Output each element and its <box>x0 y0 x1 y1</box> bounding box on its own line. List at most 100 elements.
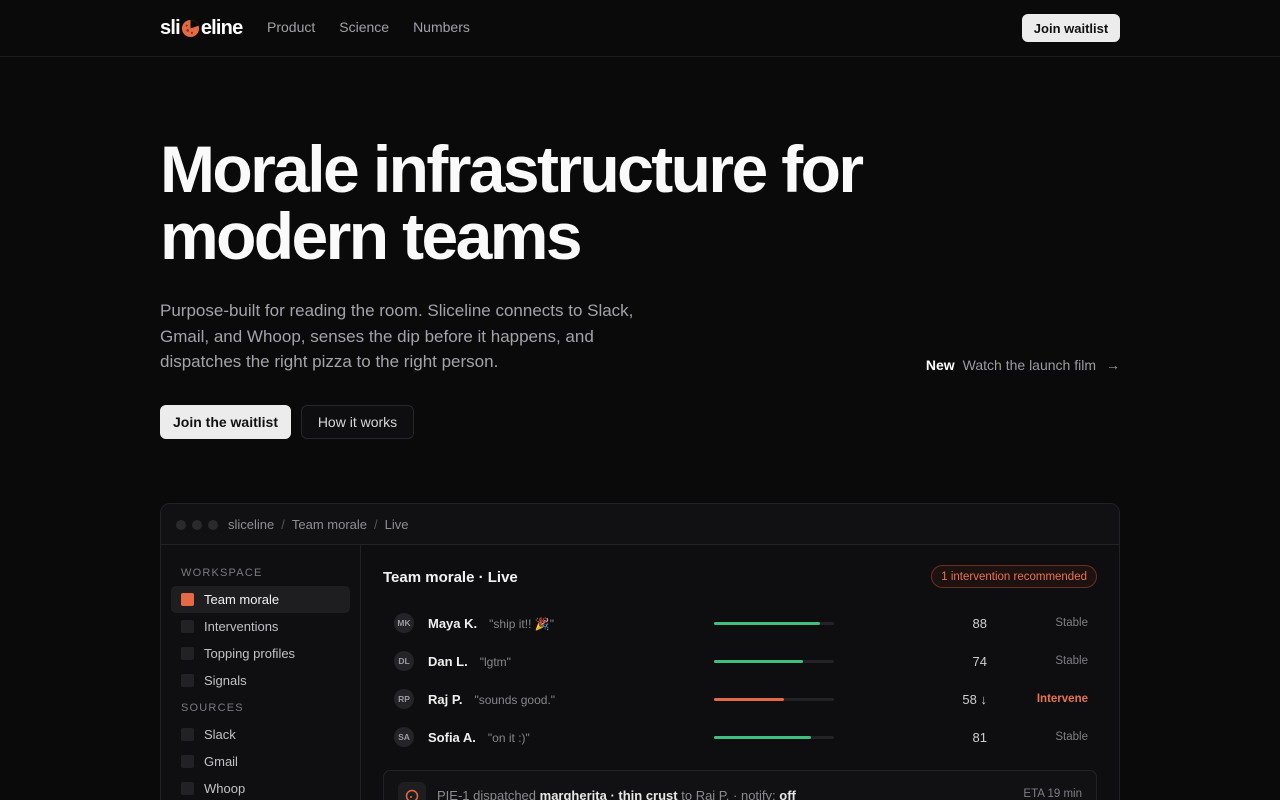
whoop-icon <box>181 782 194 795</box>
member-info: Sofia A. "on it :)" <box>428 730 530 745</box>
sidebar-item-label: Slack <box>204 727 236 742</box>
breadcrumb: sliceline / Team morale / Live <box>228 517 409 532</box>
member-name: Dan L. <box>428 654 468 669</box>
nav-link-numbers[interactable]: Numbers <box>413 19 470 35</box>
member-info: Dan L. "lgtm" <box>428 654 511 669</box>
breadcrumb-item[interactable]: sliceline <box>228 517 274 532</box>
dispatch-text: PIE-1 dispatched margherita · thin crust… <box>437 788 796 800</box>
morale-score: 81 <box>972 730 987 745</box>
avatar: MK <box>394 613 414 633</box>
status-badge: Stable <box>1055 655 1088 667</box>
breadcrumb-item[interactable]: Live <box>385 517 409 532</box>
app-preview-window: sliceline / Team morale / Live WORKSPACE… <box>160 503 1120 800</box>
member-quote: "lgtm" <box>479 655 511 669</box>
sidebar-item-whoop[interactable]: Whoop <box>171 775 350 800</box>
morale-bar <box>714 736 834 739</box>
pizza-dispatch-icon <box>398 782 426 800</box>
nav-link-product[interactable]: Product <box>267 19 315 35</box>
morale-bar <box>714 698 834 701</box>
window-dot-icon <box>176 520 186 530</box>
morale-score: 58 ↓ <box>962 692 987 707</box>
topping-profiles-icon <box>181 647 194 660</box>
sidebar-item-topping-profiles[interactable]: Topping profiles <box>171 640 350 667</box>
join-waitlist-nav-button[interactable]: Join waitlist <box>1022 14 1120 42</box>
window-titlebar: sliceline / Team morale / Live <box>161 504 1119 545</box>
new-badge: New <box>925 357 955 373</box>
dispatch-eta: ETA 19 min <box>1023 788 1082 800</box>
status-badge: Stable <box>1055 617 1088 629</box>
table-row[interactable]: SA Sofia A. "on it :)" 81 Stable <box>383 727 1097 765</box>
hero-title: Morale infrastructure for modern teams <box>160 132 864 273</box>
window-dot-icon <box>208 520 218 530</box>
team-morale-icon <box>181 593 194 606</box>
sidebar-item-label: Gmail <box>204 754 238 769</box>
morale-bar <box>714 660 834 663</box>
hero-subtitle: Purpose-built for reading the room. Slic… <box>160 301 634 371</box>
window-controls <box>176 520 218 530</box>
sidebar-item-label: Whoop <box>204 781 246 796</box>
morale-score: 88 <box>972 616 987 631</box>
sidebar-item-label: Topping profiles <box>204 646 296 661</box>
interventions-icon <box>181 620 194 633</box>
sidebar-heading-sources: SOURCES <box>181 702 244 714</box>
dispatch-card[interactable]: PIE-1 dispatched margherita · thin crust… <box>383 770 1097 800</box>
breadcrumb-separator: / <box>281 517 285 532</box>
film-label: Watch the launch film <box>962 357 1096 373</box>
member-quote: "sounds good." <box>474 693 556 707</box>
dispatch-prefix: PIE-1 dispatched <box>437 788 537 800</box>
pizza-icon <box>181 19 199 37</box>
panel-title: Team morale · Live <box>383 569 518 586</box>
morale-bar <box>714 622 834 625</box>
intervention-badge[interactable]: 1 intervention recommended <box>931 565 1097 588</box>
window-dot-icon <box>192 520 202 530</box>
sidebar-item-label: Team morale <box>204 592 280 607</box>
dispatch-recipient: to Raj P. · notify: <box>681 788 776 800</box>
morale-bar-fill <box>714 736 812 739</box>
member-quote: "ship it!! 🎉" <box>489 617 554 631</box>
member-quote: "on it :)" <box>487 731 530 745</box>
member-info: Maya K. "ship it!! 🎉" <box>428 616 554 631</box>
morale-panel: Team morale · Live 1 intervention recomm… <box>361 545 1119 800</box>
sidebar-item-interventions[interactable]: Interventions <box>171 613 350 640</box>
member-name: Raj P. <box>428 692 463 707</box>
table-row[interactable]: DL Dan L. "lgtm" 74 Stable <box>383 651 1097 689</box>
status-badge: Stable <box>1055 731 1088 743</box>
gmail-icon <box>181 755 194 768</box>
sidebar-item-team-morale[interactable]: Team morale <box>171 586 350 613</box>
sidebar-item-signals[interactable]: Signals <box>171 667 350 694</box>
arrow-right-icon: → <box>1106 357 1120 373</box>
sidebar-item-label: Interventions <box>204 619 279 634</box>
member-info: Raj P. "sounds good." <box>428 692 555 707</box>
logo-text-left: sli <box>160 16 181 39</box>
sidebar-item-label: Signals <box>204 673 247 688</box>
top-nav: sli eline Product Science Numbers Join w… <box>0 0 1280 57</box>
nav-links: Product Science Numbers <box>267 19 470 35</box>
sidebar-heading-workspace: WORKSPACE <box>181 567 263 579</box>
table-row[interactable]: MK Maya K. "ship it!! 🎉" 88 Stable <box>383 613 1097 651</box>
table-row[interactable]: RP Raj P. "sounds good." 58 ↓ Intervene <box>383 689 1097 727</box>
logo[interactable]: sli eline <box>160 16 243 40</box>
nav-link-science[interactable]: Science <box>339 19 389 35</box>
slack-icon <box>181 728 194 741</box>
status-badge[interactable]: Intervene <box>1013 693 1088 705</box>
avatar: DL <box>394 651 414 671</box>
morale-score: 74 <box>972 654 987 669</box>
avatar: RP <box>394 689 414 709</box>
member-name: Maya K. <box>428 616 478 631</box>
morale-bar-fill <box>714 660 803 663</box>
breadcrumb-item[interactable]: Team morale <box>292 517 367 532</box>
member-name: Sofia A. <box>428 730 476 745</box>
sidebar-item-gmail[interactable]: Gmail <box>171 748 350 775</box>
avatar: SA <box>394 727 414 747</box>
sidebar-item-slack[interactable]: Slack <box>171 721 350 748</box>
join-the-waitlist-button[interactable]: Join the waitlist <box>160 405 291 439</box>
launch-film-link[interactable]: New Watch the launch film → <box>926 357 1120 373</box>
dispatch-notify: off <box>779 788 796 800</box>
dispatch-pizza: margherita · thin crust <box>539 788 678 800</box>
morale-bar-fill <box>714 698 784 701</box>
breadcrumb-separator: / <box>374 517 378 532</box>
how-it-works-button[interactable]: How it works <box>301 405 414 439</box>
sidebar: WORKSPACE Team morale Interventions Topp… <box>161 545 361 800</box>
morale-bar-fill <box>714 622 820 625</box>
logo-text-right: eline <box>200 16 243 39</box>
